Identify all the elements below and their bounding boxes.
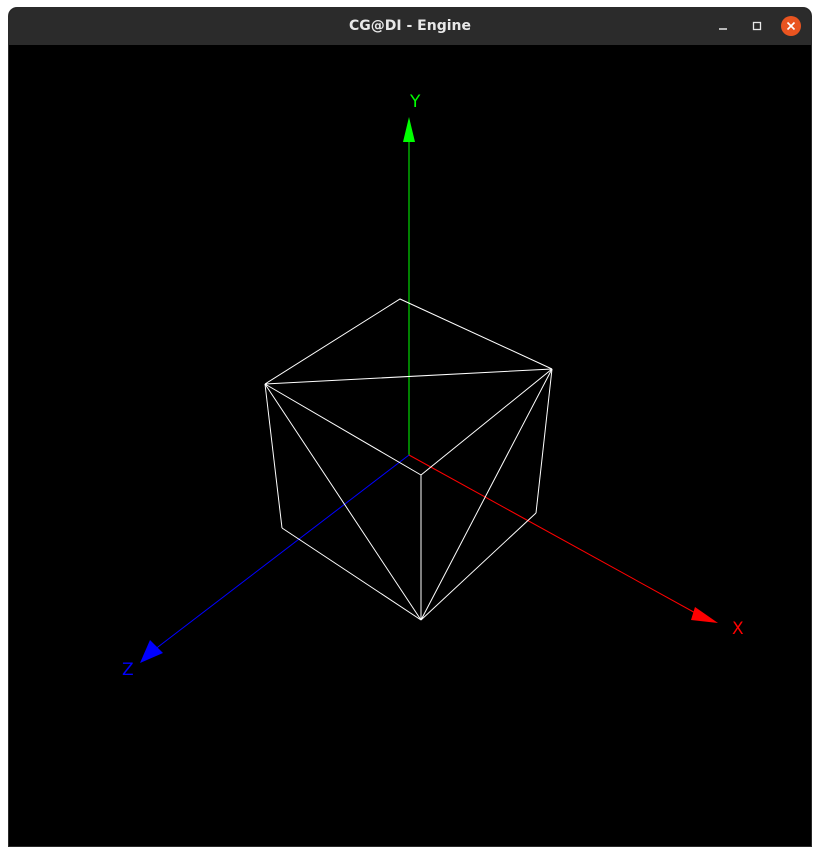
z-axis-line: [153, 454, 410, 651]
z-axis-arrowhead: [140, 640, 163, 663]
scene-canvas: Y X Z: [122, 92, 744, 680]
x-axis-label: X: [732, 619, 744, 639]
close-icon: [786, 21, 796, 31]
y-axis-label: Y: [409, 92, 421, 112]
window-title: CG@DI - Engine: [349, 18, 471, 34]
close-button[interactable]: [781, 16, 801, 36]
minimize-icon: [719, 28, 727, 30]
x-axis-arrowhead: [691, 607, 718, 623]
render-viewport[interactable]: Y X Z: [9, 45, 811, 846]
maximize-icon: [752, 21, 762, 31]
app-window: CG@DI - Engine Y X Z: [9, 8, 811, 846]
maximize-button[interactable]: [747, 16, 767, 36]
title-bar[interactable]: CG@DI - Engine: [9, 8, 811, 46]
y-axis-arrowhead: [403, 117, 415, 142]
minimize-button[interactable]: [713, 16, 733, 36]
z-axis-label: Z: [122, 660, 134, 680]
